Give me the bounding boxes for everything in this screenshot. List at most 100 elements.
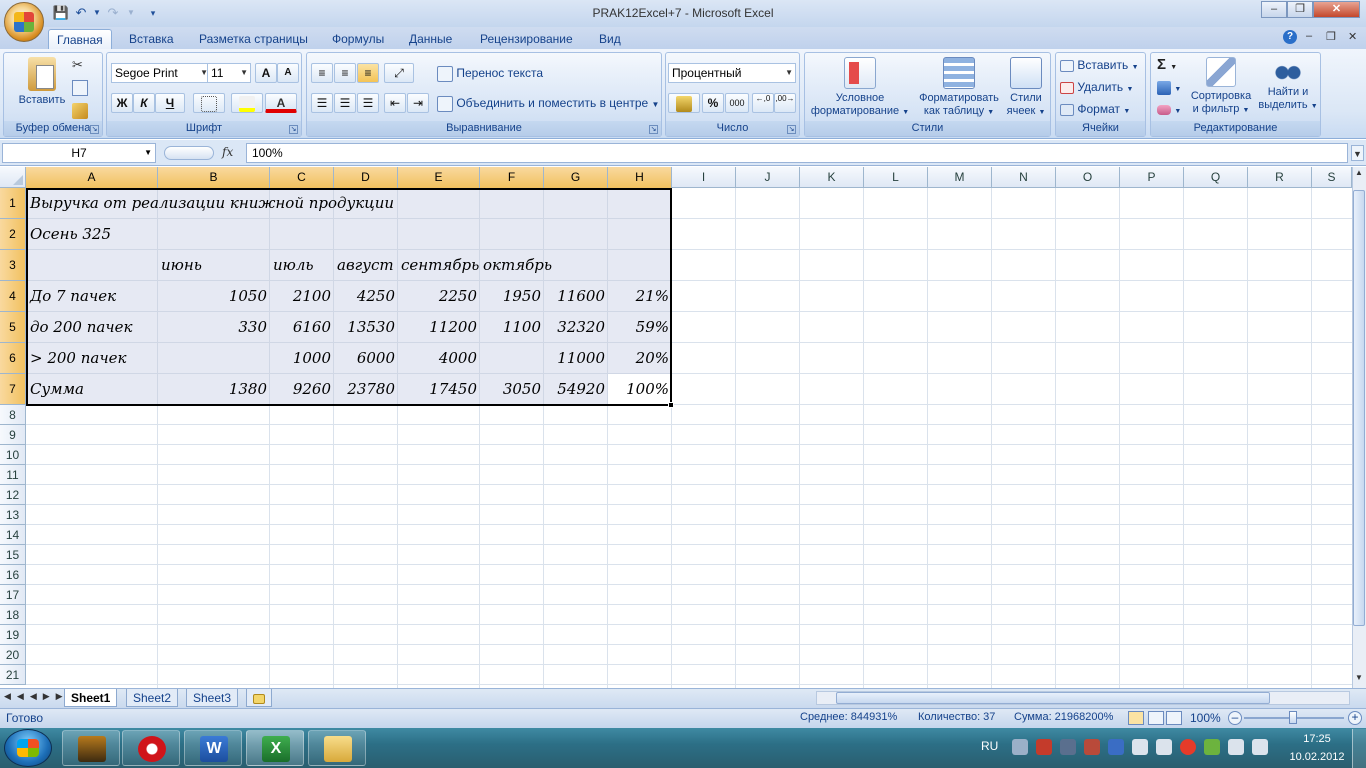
thousands-button[interactable]: 000 <box>725 93 749 113</box>
column-header-l[interactable]: L <box>864 167 928 188</box>
ribbon-close-icon[interactable]: ✕ <box>1348 30 1357 43</box>
page-break-view-icon[interactable] <box>1166 711 1182 725</box>
column-header-e[interactable]: E <box>398 167 480 188</box>
tray-icon-4[interactable] <box>1084 739 1100 755</box>
row-header-6[interactable]: 6 <box>0 343 26 374</box>
zoom-in-icon[interactable]: + <box>1348 711 1362 725</box>
row-header-12[interactable]: 12 <box>0 485 26 505</box>
decrease-indent-button[interactable]: ⇤ <box>384 93 406 113</box>
bold-button[interactable]: Ж <box>111 93 133 113</box>
borders-button[interactable] <box>193 93 225 113</box>
row-header-17[interactable]: 17 <box>0 585 26 605</box>
network-icon[interactable] <box>1228 739 1244 755</box>
increase-indent-button[interactable]: ⇥ <box>407 93 429 113</box>
insert-cells-button[interactable]: Вставить ▼ <box>1060 55 1139 75</box>
horizontal-scroll-thumb[interactable] <box>836 692 1270 704</box>
currency-button[interactable] <box>668 93 700 113</box>
office-button[interactable] <box>4 2 44 42</box>
tray-icon-7[interactable] <box>1156 739 1172 755</box>
align-top-button[interactable]: ≡ <box>311 63 333 83</box>
name-box[interactable]: H7 ▼ <box>2 143 156 163</box>
row-header-14[interactable]: 14 <box>0 525 26 545</box>
tray-icon-3[interactable] <box>1060 739 1076 755</box>
merge-center-button[interactable]: Объединить и поместить в центре ▼ <box>437 93 659 113</box>
clock-date[interactable]: 10.02.2012 <box>1284 751 1350 763</box>
column-header-r[interactable]: R <box>1248 167 1312 188</box>
row-header-9[interactable]: 9 <box>0 425 26 445</box>
column-header-n[interactable]: N <box>992 167 1056 188</box>
tab-data[interactable]: Данные <box>401 29 460 49</box>
column-header-o[interactable]: O <box>1056 167 1120 188</box>
fill-color-button[interactable] <box>231 93 263 113</box>
clear-button[interactable]: ▼ <box>1157 99 1181 119</box>
font-size-combo[interactable]: 11 ▼ <box>207 63 251 83</box>
row-header-7[interactable]: 7 <box>0 374 26 405</box>
font-launcher-icon[interactable]: ↘ <box>289 125 298 134</box>
minimize-button[interactable]: – <box>1261 1 1287 18</box>
formula-bar-splitter[interactable] <box>164 146 214 160</box>
vertical-scroll-thumb[interactable] <box>1353 190 1365 626</box>
row-header-10[interactable]: 10 <box>0 445 26 465</box>
language-indicator[interactable]: RU <box>981 739 998 753</box>
align-right-button[interactable]: ☰ <box>357 93 379 113</box>
format-as-table-button[interactable]: Форматировать как таблицу ▼ <box>913 57 1005 119</box>
autosum-button[interactable]: Σ ▼ <box>1157 55 1177 75</box>
underline-button[interactable]: Ч <box>155 93 185 113</box>
taskbar-app-explorer[interactable] <box>308 730 366 766</box>
number-launcher-icon[interactable]: ↘ <box>787 125 796 134</box>
tray-icon-6[interactable] <box>1132 739 1148 755</box>
column-header-a[interactable]: A <box>26 167 158 188</box>
formula-input[interactable]: 100% <box>246 143 1348 163</box>
row-header-18[interactable]: 18 <box>0 605 26 625</box>
column-header-s[interactable]: S <box>1312 167 1352 188</box>
row-header-11[interactable]: 11 <box>0 465 26 485</box>
zoom-slider-thumb[interactable] <box>1289 711 1297 724</box>
alignment-launcher-icon[interactable]: ↘ <box>649 125 658 134</box>
bluetooth-icon[interactable] <box>1108 739 1124 755</box>
scroll-down-icon[interactable]: ▼ <box>1353 673 1365 685</box>
align-bottom-button[interactable]: ≡ <box>357 63 379 83</box>
decrease-decimal-button[interactable]: ,00→ <box>774 93 796 113</box>
ribbon-restore-icon[interactable]: ❐ <box>1326 30 1336 43</box>
scroll-up-icon[interactable]: ▲ <box>1353 168 1365 180</box>
show-desktop-button[interactable] <box>1352 729 1366 768</box>
clock-time[interactable]: 17:25 <box>1290 733 1344 745</box>
row-header-4[interactable]: 4 <box>0 281 26 312</box>
tab-page-layout[interactable]: Разметка страницы <box>191 29 316 49</box>
maximize-button[interactable]: ❐ <box>1287 1 1313 18</box>
align-middle-button[interactable]: ≡ <box>334 63 356 83</box>
row-header-5[interactable]: 5 <box>0 312 26 343</box>
sheet-tab-3[interactable]: Sheet3 <box>186 689 239 707</box>
font-name-combo[interactable]: Segoe Print ▼ <box>111 63 211 83</box>
zoom-level[interactable]: 100% <box>1190 711 1221 725</box>
page-layout-view-icon[interactable] <box>1148 711 1164 725</box>
copy-icon[interactable] <box>72 80 88 96</box>
row-header-15[interactable]: 15 <box>0 545 26 565</box>
cell-styles-button[interactable]: Стили ячеек ▼ <box>1003 57 1049 119</box>
sheet-tab-1[interactable]: Sheet1 <box>64 689 118 707</box>
font-color-button[interactable]: A <box>265 93 297 113</box>
increase-decimal-button[interactable]: ←,0 <box>752 93 774 113</box>
cut-icon[interactable]: ✂ <box>72 57 90 73</box>
find-select-button[interactable]: Найти и выделить ▼ <box>1257 57 1319 113</box>
tab-review[interactable]: Рецензирование <box>472 29 581 49</box>
row-header-3[interactable]: 3 <box>0 250 26 281</box>
tray-icon-1[interactable] <box>1012 739 1028 755</box>
tab-insert[interactable]: Вставка <box>121 29 182 49</box>
row-header-1[interactable]: 1 <box>0 188 26 219</box>
row-header-13[interactable]: 13 <box>0 505 26 525</box>
orientation-button[interactable]: ⤢ <box>384 63 414 83</box>
row-header-21[interactable]: 21 <box>0 665 26 685</box>
taskbar-app-game[interactable] <box>62 730 120 766</box>
shrink-font-button[interactable]: A <box>277 63 299 83</box>
number-format-combo[interactable]: Процентный ▼ <box>668 63 796 83</box>
column-header-i[interactable]: I <box>672 167 736 188</box>
start-button[interactable] <box>4 729 52 767</box>
column-header-p[interactable]: P <box>1120 167 1184 188</box>
format-cells-button[interactable]: Формат ▼ <box>1060 99 1130 119</box>
clipboard-launcher-icon[interactable]: ↘ <box>90 125 99 134</box>
fill-handle[interactable] <box>668 402 674 408</box>
volume-icon[interactable] <box>1252 739 1268 755</box>
normal-view-icon[interactable] <box>1128 711 1144 725</box>
format-painter-icon[interactable] <box>72 103 88 119</box>
